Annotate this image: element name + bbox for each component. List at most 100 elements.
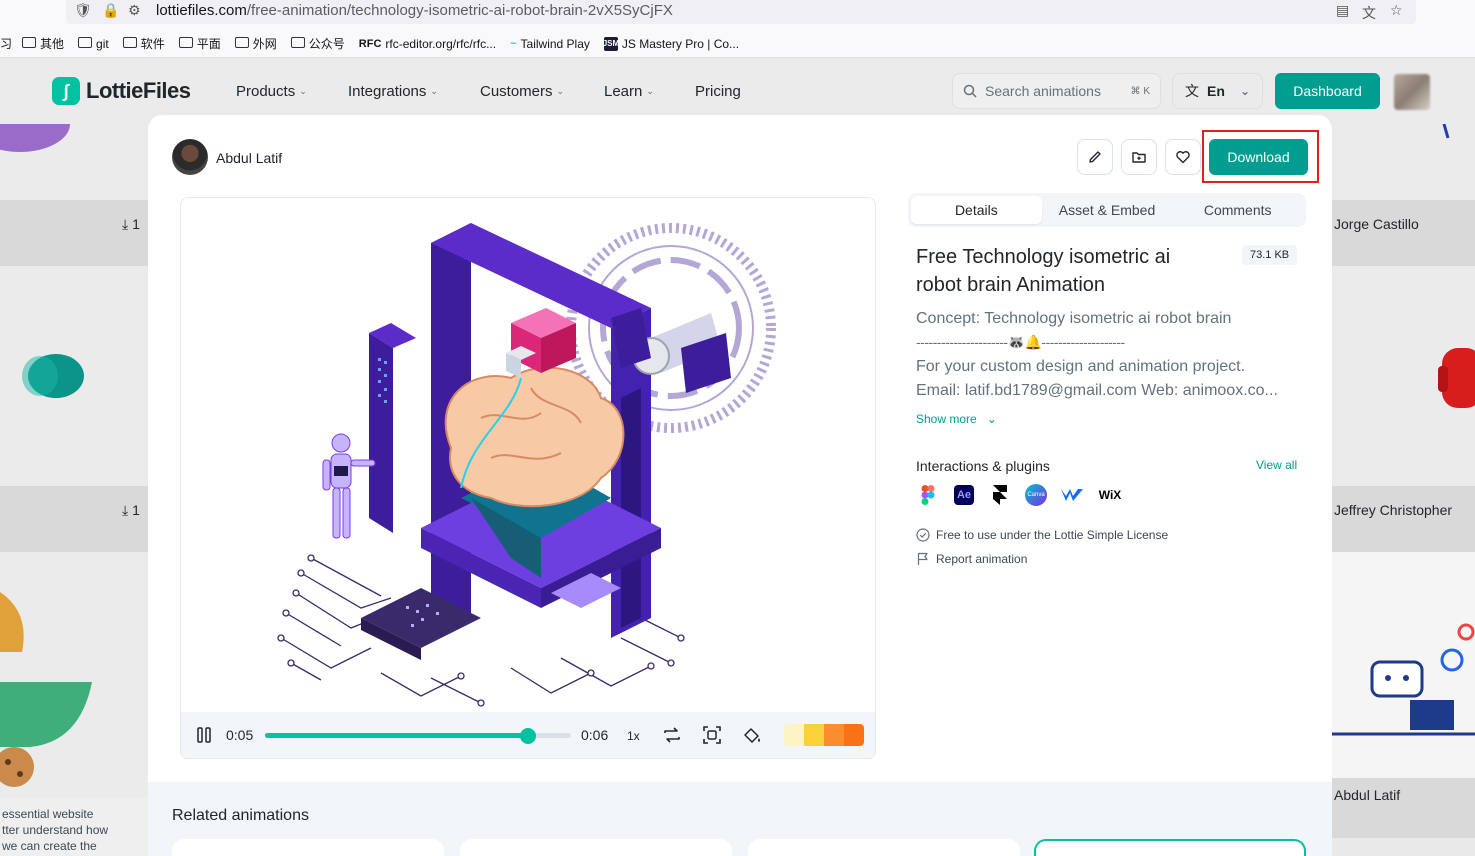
license-info[interactable]: Free to use under the Lottie Simple Lice… (916, 528, 1168, 542)
heart-icon (1176, 151, 1190, 164)
animation-detail-modal: Abdul Latif Download 0:05 0:06 1x Detail… (148, 115, 1332, 856)
swatch-color[interactable] (784, 724, 804, 746)
like-button[interactable] (1165, 139, 1201, 175)
progress-handle[interactable] (520, 728, 537, 744)
bg-tile (1332, 123, 1475, 200)
site-permissions-icon[interactable]: ⚙ (128, 3, 141, 19)
tab-asset-embed[interactable]: Asset & Embed (1042, 196, 1173, 224)
after-effects-icon[interactable]: Ae (952, 483, 976, 507)
bg-download-count: ⤓ 1 (122, 216, 140, 232)
animation-title: Free Technology isometric ai robot brain… (916, 246, 1171, 296)
webflow-icon[interactable] (1060, 483, 1084, 507)
speed-button[interactable]: 1x (627, 729, 640, 743)
fullscreen-icon[interactable] (701, 724, 723, 746)
robot-brain-animation[interactable] (181, 198, 875, 713)
user-avatar[interactable] (1394, 74, 1430, 110)
translate-icon[interactable]: 文 (1362, 3, 1376, 23)
language-selector[interactable]: 文 En ⌄ (1172, 73, 1263, 109)
bookmark-folder[interactable]: 外网 (234, 35, 277, 52)
bookmark-lead[interactable]: 习 (0, 35, 12, 52)
tab-details[interactable]: Details (911, 196, 1042, 224)
bg-card-footer: Jeffrey Christopher (1332, 486, 1475, 552)
save-to-folder-button[interactable] (1121, 139, 1157, 175)
progress-slider[interactable] (265, 728, 571, 744)
bookmark-jsmastery[interactable]: JSM JS Mastery Pro | Co... (603, 36, 739, 51)
lottiefiles-logo[interactable]: ∫ LottieFiles (52, 77, 191, 105)
current-time: 0:05 (226, 727, 254, 743)
bookmarks-bar: 习 其他 git 软件 平面 外网 公众号 RFC rfc-editor.org/… (0, 30, 1475, 58)
browser-url-bar: 🛡 🔒 ⚙ lottiefiles.com/free-animation/tec… (0, 0, 1475, 30)
description-line: For your custom design and animation pro… (916, 358, 1246, 375)
bg-card-footer: essential website tter understand how we… (0, 798, 148, 856)
nav-integrations[interactable]: Integrations ⌄ (348, 83, 438, 100)
site-header: ∫ LottieFiles Products ⌄ Integrations ⌄ Cu… (0, 59, 1475, 123)
chevron-down-icon: ⌄ (299, 86, 307, 96)
translate-icon: 文 (1185, 83, 1199, 99)
chevron-down-icon: ⌄ (556, 86, 565, 96)
related-card[interactable] (748, 839, 1020, 856)
loop-icon[interactable] (661, 724, 683, 746)
pause-icon[interactable] (193, 724, 215, 746)
reader-view-icon[interactable]: ▤ (1336, 3, 1349, 19)
check-circle-icon (916, 528, 930, 542)
search-shortcut: ⌘ K (1130, 85, 1150, 97)
nav-pricing[interactable]: Pricing (695, 83, 741, 100)
chevron-down-icon: ⌄ (646, 86, 654, 96)
bg-thumbnail (22, 354, 84, 398)
related-card[interactable] (460, 839, 732, 856)
chevron-down-icon: ⌄ (430, 86, 438, 96)
bookmark-rfc[interactable]: RFC rfc-editor.org/rfc/rfc... (359, 37, 496, 51)
bookmark-folder[interactable]: 平面 (178, 35, 221, 52)
wix-icon[interactable]: WiX (1096, 483, 1124, 507)
player-controls: 0:05 0:06 1x (181, 712, 875, 758)
nav-customers[interactable]: Customers ⌄ (480, 83, 564, 100)
related-card[interactable] (1034, 839, 1306, 856)
paint-bucket-icon[interactable] (741, 724, 763, 746)
bookmark-folder[interactable]: 公众号 (290, 35, 345, 52)
address-field[interactable]: 🛡 🔒 ⚙ lottiefiles.com/free-animation/tec… (66, 0, 1416, 24)
framer-icon[interactable] (988, 483, 1012, 507)
url-host: lottiefiles.com (156, 2, 247, 19)
edit-button[interactable] (1077, 139, 1113, 175)
folder-icon (78, 37, 93, 48)
bg-thumbnail (0, 96, 70, 152)
swatch-color[interactable] (804, 724, 824, 746)
swatch-color[interactable] (844, 724, 864, 746)
bookmark-folder[interactable]: git (78, 37, 109, 51)
view-all-link[interactable]: View all (1256, 458, 1297, 472)
report-animation-link[interactable]: Report animation (916, 552, 1027, 566)
bookmark-folder[interactable]: 其他 (22, 35, 64, 52)
shield-icon[interactable]: 🛡 (74, 3, 92, 19)
bg-thumbnail (1332, 623, 1475, 736)
canva-icon[interactable]: Canva (1024, 483, 1048, 507)
background-color-swatch[interactable] (784, 724, 864, 746)
bookmark-star-icon[interactable]: ☆ (1390, 3, 1403, 19)
folder-icon (234, 37, 249, 48)
lottie-logo-icon: ∫ (52, 77, 80, 105)
author-name[interactable]: Abdul Latif (216, 150, 282, 166)
dashboard-button[interactable]: Dashboard (1275, 73, 1380, 109)
search-input[interactable]: Search animations ⌘ K (952, 73, 1161, 109)
swatch-color[interactable] (824, 724, 844, 746)
bg-author-name: Jorge Castillo (1334, 216, 1419, 232)
bg-author-name: Abdul Latif (1334, 787, 1401, 803)
download-button[interactable]: Download (1209, 139, 1308, 175)
pencil-icon (1089, 151, 1101, 163)
bookmark-tailwind[interactable]: ~ Tailwind Play (510, 37, 590, 51)
tab-comments[interactable]: Comments (1172, 196, 1303, 224)
bg-tile (1332, 552, 1475, 778)
detail-tabs: Details Asset & Embed Comments (908, 193, 1306, 227)
nav-learn[interactable]: Learn ⌄ (604, 83, 654, 100)
author-avatar[interactable] (172, 139, 208, 175)
folder-icon (178, 37, 193, 48)
related-card[interactable] (172, 839, 444, 856)
figma-icon[interactable] (916, 483, 940, 507)
show-more-link[interactable]: Show more ⌄ (916, 412, 997, 426)
related-title: Related animations (172, 807, 309, 824)
lock-icon[interactable]: 🔒 (102, 3, 119, 19)
url-text[interactable]: lottiefiles.com/free-animation/technolog… (156, 2, 673, 19)
bg-tile (0, 266, 148, 486)
bg-tile (1332, 266, 1475, 486)
nav-products[interactable]: Products ⌄ (236, 83, 307, 100)
bookmark-folder[interactable]: 软件 (122, 35, 165, 52)
